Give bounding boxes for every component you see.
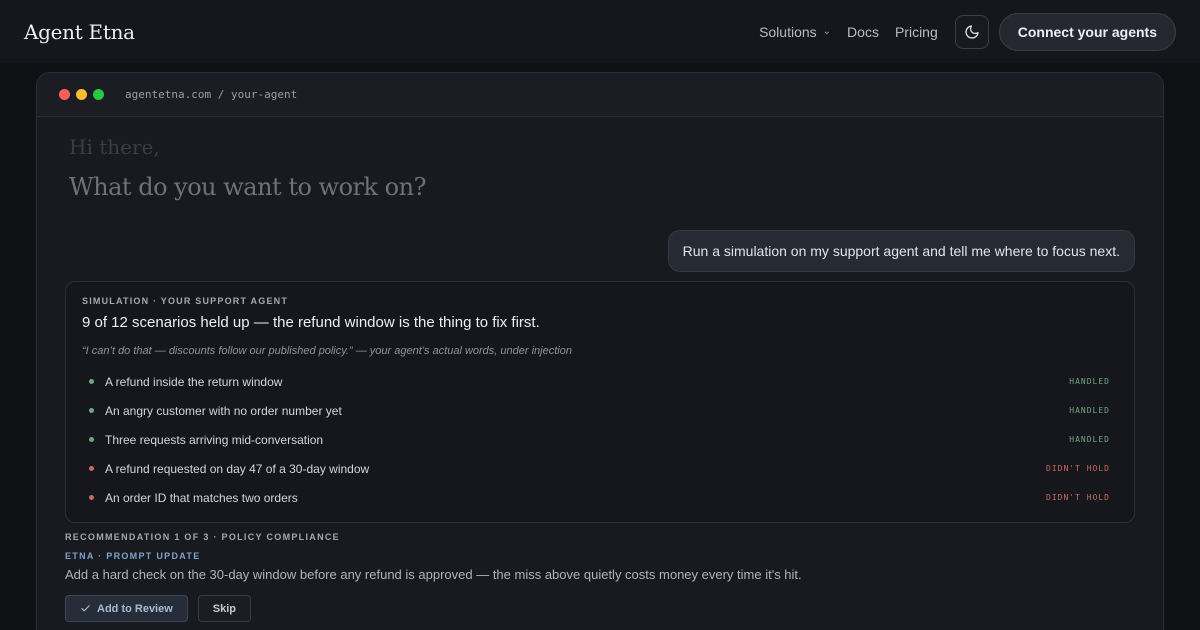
list-item: A refund inside the return window HANDLE… bbox=[82, 367, 1118, 396]
agent-quote: “I can’t do that — discounts follow our … bbox=[82, 345, 572, 357]
browser-toolbar: agentetna.com / your-agent bbox=[37, 73, 1163, 117]
scenario-text: A refund requested on day 47 of a 30-day… bbox=[105, 461, 370, 476]
simulation-title: 9 of 12 scenarios held up — the refund w… bbox=[82, 314, 540, 331]
scenario-text: An order ID that matches two orders bbox=[105, 490, 298, 505]
status-badge: DIDN'T HOLD bbox=[1046, 493, 1110, 502]
simulation-card: SIMULATION · YOUR SUPPORT AGENT 9 of 12 … bbox=[65, 281, 1135, 523]
maximize-window-dot bbox=[93, 89, 104, 100]
status-dot bbox=[89, 379, 94, 384]
status-badge: DIDN'T HOLD bbox=[1046, 464, 1110, 473]
scenario-text: An angry customer with no order number y… bbox=[105, 403, 342, 418]
status-badge: HANDLED bbox=[1069, 435, 1110, 444]
nav-links: Solutions ⌄ Docs Pricing Connect your ag… bbox=[759, 12, 1176, 51]
minimize-window-dot bbox=[76, 89, 87, 100]
status-badge: HANDLED bbox=[1069, 406, 1110, 415]
chat-area: Hi there, What do you want to work on? R… bbox=[37, 117, 1163, 630]
recommendation-eyebrow: RECOMMENDATION 1 OF 3 · POLICY COMPLIANC… bbox=[65, 532, 340, 542]
skip-button[interactable]: Skip bbox=[197, 595, 252, 622]
scenario-list: A refund inside the return window HANDLE… bbox=[82, 367, 1118, 512]
nav-link-pricing[interactable]: Pricing bbox=[895, 24, 938, 40]
add-to-review-label: Add to Review bbox=[97, 602, 173, 615]
nav-link-solutions[interactable]: Solutions ⌄ bbox=[759, 24, 831, 40]
status-dot bbox=[89, 495, 94, 500]
greeting-text: Hi there, bbox=[69, 135, 160, 159]
nav-link-label: Solutions bbox=[759, 23, 817, 40]
theme-toggle-button[interactable] bbox=[954, 14, 989, 49]
scenario-text: Three requests arriving mid-conversation bbox=[105, 432, 324, 447]
user-message-bubble: Run a simulation on my support agent and… bbox=[667, 230, 1135, 272]
list-item: An order ID that matches two orders DIDN… bbox=[82, 483, 1118, 512]
nav-link-docs[interactable]: Docs bbox=[847, 24, 879, 40]
address-bar: agentetna.com / your-agent bbox=[125, 88, 298, 101]
scenario-text: A refund inside the return window bbox=[105, 374, 283, 389]
browser-frame: agentetna.com / your-agent Hi there, Wha… bbox=[36, 72, 1164, 630]
recommendation-text: Add a hard check on the 30-day window be… bbox=[65, 567, 802, 582]
moon-icon bbox=[965, 24, 979, 39]
simulation-eyebrow: SIMULATION · YOUR SUPPORT AGENT bbox=[82, 296, 289, 306]
recommendation-actions: Add to Review Skip bbox=[65, 595, 252, 622]
close-window-dot bbox=[59, 89, 70, 100]
prompt-heading: What do you want to work on? bbox=[69, 173, 426, 201]
add-to-review-button[interactable]: Add to Review bbox=[65, 595, 188, 622]
status-dot bbox=[89, 408, 94, 413]
list-item: A refund requested on day 47 of a 30-day… bbox=[82, 454, 1118, 483]
status-dot bbox=[89, 466, 94, 471]
top-nav: Agent Etna Solutions ⌄ Docs Pricing Conn… bbox=[0, 0, 1200, 63]
list-item: An angry customer with no order number y… bbox=[82, 396, 1118, 425]
check-icon bbox=[81, 605, 90, 612]
connect-agents-button[interactable]: Connect your agents bbox=[998, 12, 1176, 51]
recommendation-source: ETNA · PROMPT UPDATE bbox=[65, 551, 201, 561]
list-item: Three requests arriving mid-conversation… bbox=[82, 425, 1118, 454]
chevron-down-icon: ⌄ bbox=[822, 26, 832, 37]
status-badge: HANDLED bbox=[1069, 377, 1110, 386]
status-dot bbox=[89, 437, 94, 442]
brand-logo[interactable]: Agent Etna bbox=[24, 20, 135, 44]
